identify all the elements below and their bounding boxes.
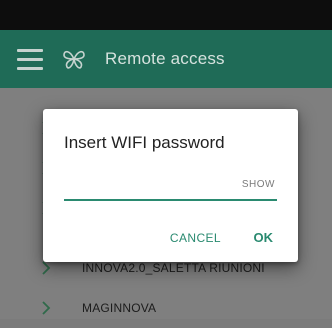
hamburger-menu-icon[interactable] <box>17 47 45 73</box>
chevron-right-icon <box>42 301 51 315</box>
cancel-button[interactable]: CANCEL <box>170 231 221 245</box>
network-name: INNOVA2.0_SALETTA RIUNIONI <box>82 261 265 275</box>
ok-button[interactable]: OK <box>254 230 274 245</box>
dialog-title: Insert WIFI password <box>64 133 225 152</box>
page-title: Remote access <box>105 49 225 68</box>
chevron-right-icon <box>42 261 51 275</box>
butterfly-logo-icon <box>63 50 85 69</box>
app-bar: Remote access <box>0 30 332 88</box>
password-field: SHOW <box>64 169 277 201</box>
dialog-actions: CANCEL OK <box>43 228 298 248</box>
password-input[interactable] <box>64 173 228 197</box>
wifi-password-dialog: Insert WIFI password SHOW CANCEL OK <box>43 109 298 262</box>
network-name: MAGINNOVA <box>82 301 157 315</box>
status-bar <box>0 0 332 30</box>
list-item-network[interactable]: MAGINNOVA <box>0 288 332 328</box>
show-password-button[interactable]: SHOW <box>242 179 275 190</box>
